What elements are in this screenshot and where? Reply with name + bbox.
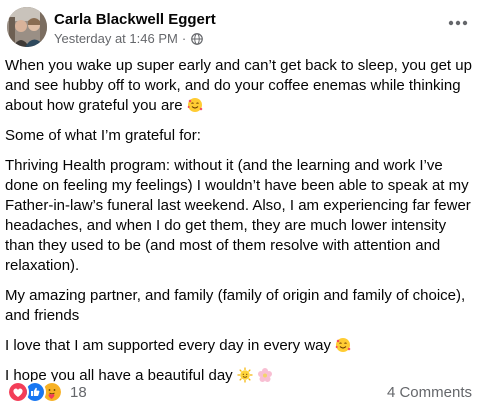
post-paragraph: Some of what I’m grateful for:: [5, 126, 475, 146]
post-body: When you wake up super early and can’t g…: [5, 56, 475, 396]
love-reaction-icon: [7, 381, 29, 403]
avatar-photo: [7, 7, 47, 47]
smiling-face-with-hearts-icon: [335, 338, 351, 352]
smiling-face-with-hearts-icon: [187, 98, 203, 112]
post-paragraph: My amazing partner, and family (family o…: [5, 286, 475, 326]
paragraph-text: When you wake up super early and can’t g…: [5, 57, 472, 114]
paragraph-text: I love that I am supported every day in …: [5, 337, 331, 354]
post-paragraph: I love that I am supported every day in …: [5, 336, 475, 356]
comments-count-link[interactable]: 4 Comments: [387, 384, 472, 401]
paragraph-text: My amazing partner, and family (family o…: [5, 287, 466, 324]
post-timestamp[interactable]: Yesterday at 1:46 PM: [54, 31, 178, 46]
post-paragraph: Thriving Health program: without it (and…: [5, 156, 475, 276]
more-options-button[interactable]: [444, 13, 472, 33]
globe-icon[interactable]: [191, 32, 204, 45]
paragraph-text: Thriving Health program: without it (and…: [5, 157, 471, 274]
reaction-count: 18: [70, 383, 87, 401]
paragraph-text: Some of what I’m grateful for:: [5, 127, 201, 144]
post-header: Carla Blackwell Eggert Yesterday at 1:46…: [7, 7, 472, 49]
post-meta: Yesterday at 1:46 PM ·: [54, 31, 204, 46]
reactions-summary[interactable]: 18: [7, 381, 87, 403]
author-name[interactable]: Carla Blackwell Eggert: [54, 11, 216, 28]
post-paragraph: When you wake up super early and can’t g…: [5, 56, 475, 116]
avatar[interactable]: [7, 7, 47, 47]
post-footer: 18 4 Comments: [7, 380, 472, 404]
meta-separator: ·: [181, 31, 187, 46]
more-options-icon: [448, 20, 468, 26]
facebook-post: Carla Blackwell Eggert Yesterday at 1:46…: [0, 0, 484, 410]
